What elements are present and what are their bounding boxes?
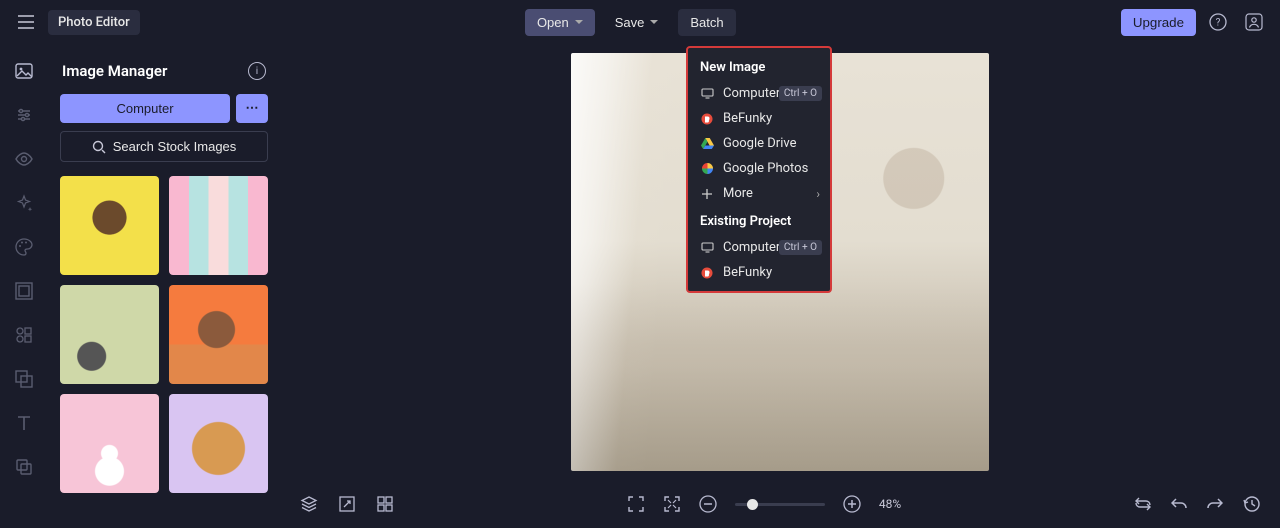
menu-item-label: Google Drive [723,136,818,151]
menu-item-befunky[interactable]: BeFunky [688,106,830,131]
thumbnail[interactable] [169,394,268,493]
befunky-icon [700,266,714,280]
zoom-in-button[interactable] [843,495,861,513]
menu-item-label: BeFunky [723,111,818,126]
chevron-right-icon: › [816,187,820,201]
help-button[interactable]: ? [1204,8,1232,36]
account-button[interactable] [1240,8,1268,36]
resize-button[interactable] [338,495,356,513]
grid-button[interactable] [376,495,394,513]
redo-button[interactable] [1206,495,1224,513]
open-from-computer-button[interactable]: Computer [60,94,230,123]
shortcut-label: Ctrl + O [779,240,822,255]
eye-tool-icon[interactable] [13,148,35,170]
chevron-down-icon [575,20,583,24]
menu-item-label: More [723,186,818,201]
user-icon [1245,13,1263,31]
menu-item-computer[interactable]: Computer Ctrl + O [688,81,830,106]
layers-button[interactable] [300,495,318,513]
thumbnail[interactable] [60,285,159,384]
toggle-before-after-button[interactable] [1134,495,1152,513]
svg-text:?: ? [1216,18,1221,29]
palette-tool-icon[interactable] [13,236,35,258]
help-icon: ? [1209,13,1227,31]
fit-screen-button[interactable] [663,495,681,513]
adjust-tool-icon[interactable] [13,104,35,126]
thumbnail-grid [60,176,268,493]
open-label: Open [537,15,569,30]
open-dropdown-menu: New Image Computer Ctrl + O BeFunky Goog… [686,46,832,293]
computer-icon [700,241,714,255]
menu-item-more[interactable]: More › [688,181,830,206]
sparkle-tool-icon[interactable] [13,192,35,214]
hamburger-icon [18,15,34,29]
panel-title: Image Manager [62,62,167,80]
menu-section-existing: Existing Project [688,210,830,235]
befunky-icon [700,112,714,126]
overlay-tool-icon[interactable] [13,368,35,390]
open-more-sources-button[interactable]: ⋯ [236,94,268,123]
panel-info-button[interactable]: i [248,62,266,80]
text-tool-icon[interactable] [13,412,35,434]
save-button[interactable]: Save [603,9,671,36]
plus-icon [700,187,714,201]
menu-item-google-photos[interactable]: Google Photos [688,156,830,181]
menu-item-google-drive[interactable]: Google Drive [688,131,830,156]
thumbnail[interactable] [169,285,268,384]
shapes-tool-icon[interactable] [13,324,35,346]
thumbnail[interactable] [60,176,159,275]
shortcut-label: Ctrl + O [779,86,822,101]
undo-button[interactable] [1170,495,1188,513]
thumbnail[interactable] [169,176,268,275]
history-button[interactable] [1242,495,1260,513]
image-tool-icon[interactable] [13,60,35,82]
menu-item-label: BeFunky [723,265,818,280]
batch-button[interactable]: Batch [678,9,735,36]
app-title[interactable]: Photo Editor [48,10,140,35]
image-manager-panel: Image Manager i Computer ⋯ Search Stock … [48,44,280,528]
frame-tool-icon[interactable] [13,280,35,302]
menu-item-label: Google Photos [723,161,818,176]
left-tool-rail [0,44,48,528]
search-stock-label: Search Stock Images [113,139,237,154]
thumbnail[interactable] [60,394,159,493]
fullscreen-button[interactable] [627,495,645,513]
upgrade-button[interactable]: Upgrade [1121,9,1196,36]
more-icon: ⋯ [246,101,259,116]
zoom-slider[interactable] [735,503,825,506]
computer-icon [700,87,714,101]
search-stock-images-button[interactable]: Search Stock Images [60,131,268,162]
save-label: Save [615,15,645,30]
chevron-down-icon [650,20,658,24]
layers-tool-icon[interactable] [13,456,35,478]
menu-section-new: New Image [688,56,830,81]
google-drive-icon [700,137,714,151]
zoom-out-button[interactable] [699,495,717,513]
search-icon [92,140,106,154]
menu-item-existing-befunky[interactable]: BeFunky [688,260,830,285]
bottom-bar: 48% [280,480,1280,528]
menu-item-existing-computer[interactable]: Computer Ctrl + O [688,235,830,260]
zoom-value: 48% [879,497,901,511]
info-icon: i [256,66,258,77]
open-button[interactable]: Open [525,9,595,36]
google-photos-icon [700,162,714,176]
hamburger-menu-button[interactable] [12,8,40,36]
topbar: Photo Editor Open Save Batch Upgrade ? [0,0,1280,44]
